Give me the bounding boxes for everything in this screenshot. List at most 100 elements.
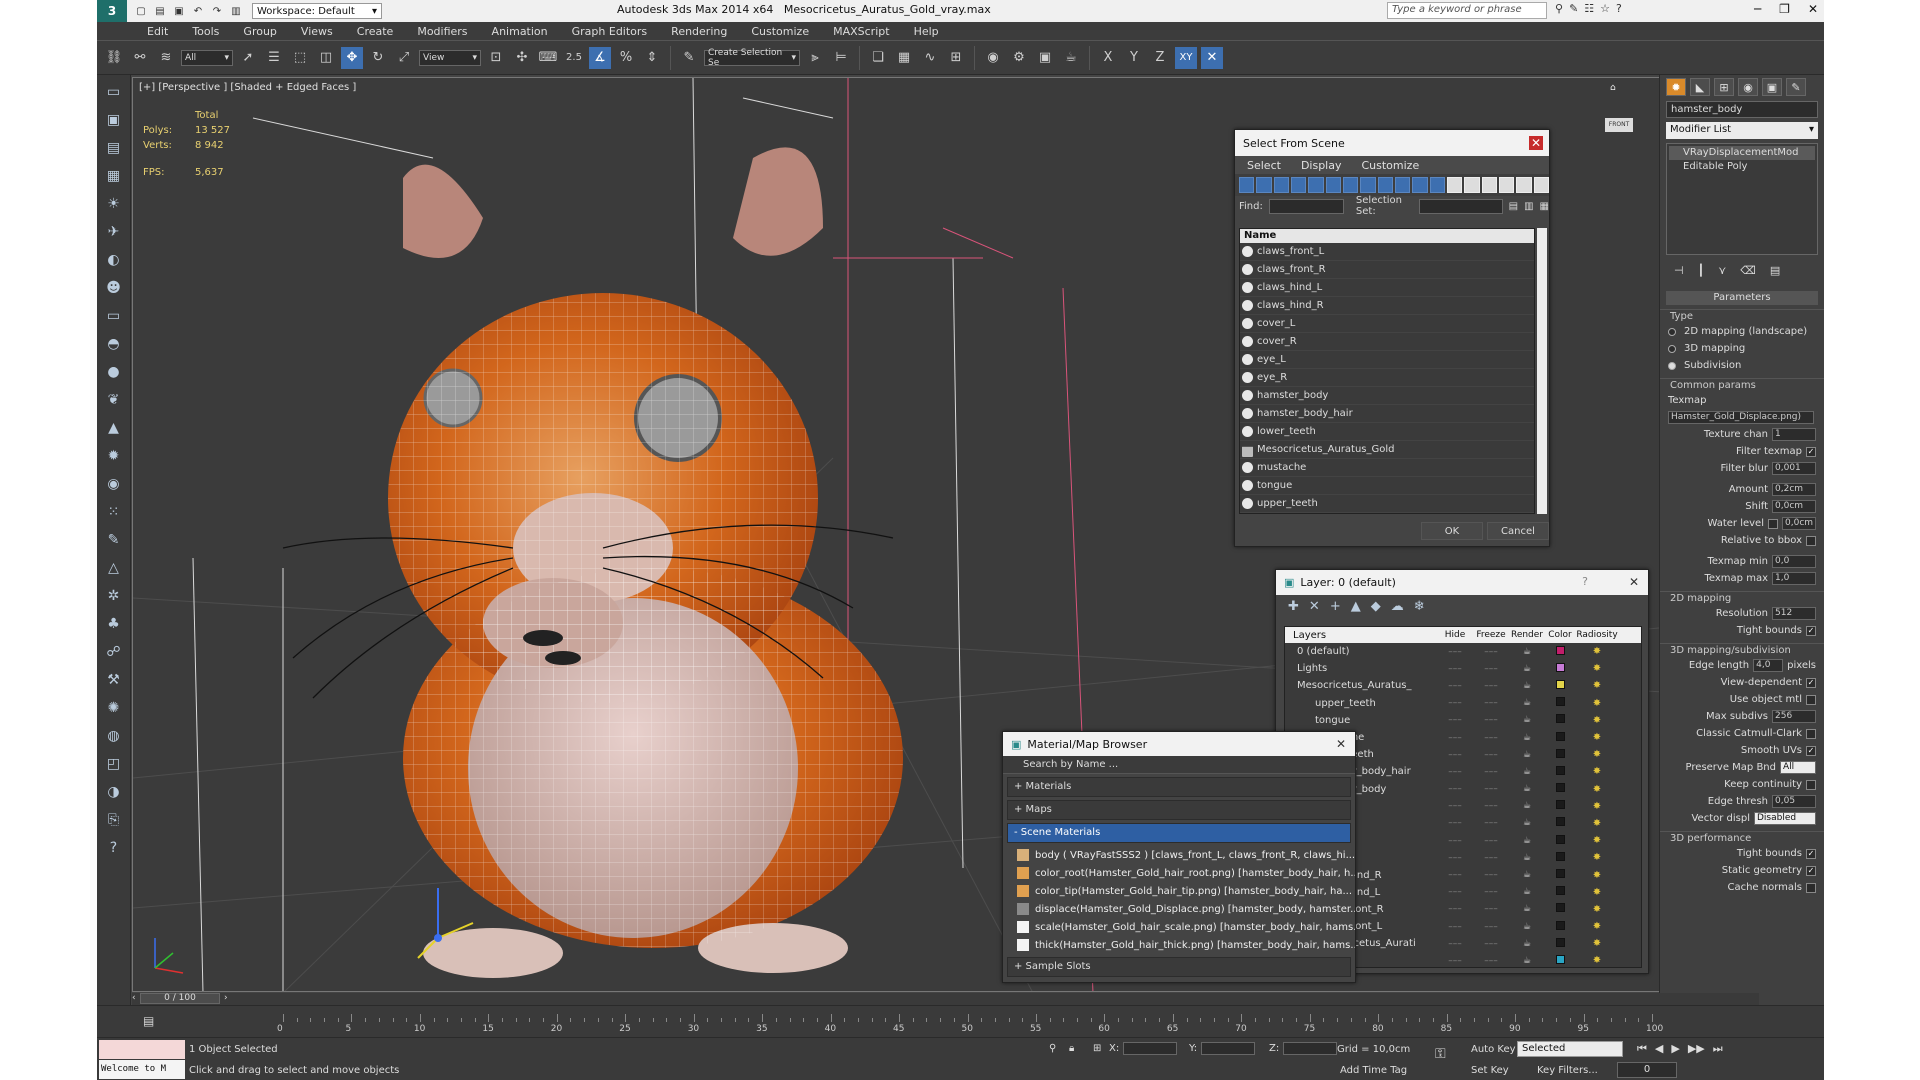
render-teapot-icon[interactable]: ☕	[1509, 922, 1545, 932]
binoculars-icon[interactable]: ⚲	[1555, 2, 1563, 15]
angle-snap-icon[interactable]: ∡	[589, 46, 611, 69]
render-teapot-icon[interactable]: ☕	[1509, 870, 1545, 880]
calculator-icon[interactable]: ▦	[102, 165, 126, 187]
layer-row[interactable]: tongue ––– ––– ☕ ✸	[1285, 712, 1641, 729]
hide-toggle[interactable]: –––	[1437, 767, 1473, 777]
add-to-set-icon[interactable]: ▥	[1524, 201, 1533, 212]
texmap-min-spinner[interactable]: 0,0	[1772, 555, 1816, 568]
freeze-toggle[interactable]: –––	[1473, 767, 1509, 777]
subscription-icon[interactable]: ✎	[1569, 2, 1578, 15]
column-icon[interactable]	[1533, 177, 1549, 193]
column-layers[interactable]: Layers	[1285, 630, 1437, 641]
arm-icon[interactable]: ☍	[102, 641, 126, 663]
hf-icon[interactable]: ⚒	[102, 669, 126, 691]
home-icon[interactable]: ⌂	[1610, 83, 1616, 93]
freeze-toggle[interactable]: –––	[1473, 836, 1509, 846]
select-object-icon[interactable]: ➚	[237, 47, 259, 69]
display-helpers-icon[interactable]	[1308, 177, 1324, 193]
key-icon[interactable]: ⚿	[1435, 1046, 1446, 1062]
display-cameras-icon[interactable]	[1290, 177, 1307, 193]
texture-chan-spinner[interactable]: 1	[1772, 428, 1816, 441]
radio-2d-mapping[interactable]: 2D mapping (landscape)	[1660, 323, 1824, 340]
delete-layer-icon[interactable]: ✕	[1309, 599, 1320, 614]
paint-icon[interactable]: ✎	[102, 529, 126, 551]
object-list-item[interactable]: eye_L	[1240, 351, 1534, 369]
play-icon[interactable]: ▶	[1671, 1042, 1679, 1056]
layer-name[interactable]: tongue	[1285, 715, 1437, 726]
freeze-toggle[interactable]: –––	[1473, 750, 1509, 760]
people-icon[interactable]: ☻	[102, 277, 126, 299]
keep-continuity-checkbox[interactable]	[1806, 779, 1816, 790]
curve-editor-icon[interactable]: ∿	[919, 47, 941, 69]
align-icon[interactable]: ⊨	[830, 47, 852, 69]
column-hide[interactable]: Hide	[1437, 630, 1473, 640]
radiosity-icon[interactable]: ✸	[1575, 801, 1619, 812]
scene-material-item[interactable]: thick(Hamster_Gold_hair_thick.png) [hams…	[1003, 936, 1355, 954]
layer-color-swatch[interactable]	[1545, 714, 1575, 726]
hide-all-icon[interactable]: ☁	[1391, 599, 1404, 614]
water-level-spinner[interactable]: 0,0cm	[1782, 517, 1816, 530]
scene-material-item[interactable]: displace(Hamster_Gold_Displace.png) [ham…	[1003, 900, 1355, 918]
render-teapot-icon[interactable]: ☕	[1509, 939, 1545, 949]
hamster-model[interactable]	[282, 147, 903, 978]
select-in-layer-icon[interactable]: ▲	[1351, 599, 1361, 614]
column-freeze[interactable]: Freeze	[1473, 630, 1509, 640]
radiosity-icon[interactable]: ✸	[1575, 938, 1619, 949]
globe-icon[interactable]: ◍	[102, 725, 126, 747]
tight-bounds2-checkbox[interactable]: ✓	[1806, 848, 1816, 859]
axis-x-button[interactable]: X	[1097, 47, 1119, 69]
display-groups-icon[interactable]	[1342, 177, 1359, 193]
layer-row[interactable]: Mesocricetus_Auratus_ ––– ––– ☕ ✸	[1285, 677, 1641, 694]
radiosity-icon[interactable]: ✸	[1575, 732, 1619, 743]
maxscript-listener-input[interactable]	[99, 1040, 185, 1059]
axis-y-button[interactable]: Y	[1123, 47, 1145, 69]
layer-color-swatch[interactable]	[1545, 937, 1575, 950]
render-teapot-icon[interactable]: ☕	[1509, 647, 1545, 657]
radiosity-icon[interactable]: ✸	[1575, 870, 1619, 881]
render-teapot-icon[interactable]: ☕	[1509, 733, 1545, 743]
schematic-view-icon[interactable]: ⊞	[945, 47, 967, 69]
radiosity-icon[interactable]: ✸	[1575, 766, 1619, 777]
light-bulb-icon[interactable]: ☀	[102, 193, 126, 215]
render-teapot-icon[interactable]: ☕	[1509, 887, 1545, 897]
axis-z-button[interactable]: Z	[1149, 47, 1171, 69]
display-all-icon[interactable]	[1446, 177, 1463, 193]
layer-color-swatch[interactable]	[1545, 817, 1575, 829]
hide-toggle[interactable]: –––	[1437, 956, 1473, 966]
render-teapot-icon[interactable]: ☕	[1509, 750, 1545, 760]
cache-normals-checkbox[interactable]	[1806, 882, 1816, 893]
app-logo[interactable]: 3	[97, 0, 127, 22]
column-header-name[interactable]: Name	[1240, 229, 1534, 243]
menu-maxscript[interactable]: MAXScript	[833, 25, 889, 38]
cancel-button[interactable]: Cancel	[1487, 522, 1549, 540]
go-to-end-icon[interactable]: ⏭	[1713, 1042, 1723, 1056]
next-frame-icon[interactable]: ▶▶	[1688, 1042, 1705, 1056]
z-field[interactable]	[1283, 1042, 1338, 1055]
radiosity-icon[interactable]: ✸	[1575, 784, 1619, 795]
render-icon[interactable]: ▣	[102, 109, 126, 131]
favorites-icon[interactable]: ☆	[1600, 2, 1610, 15]
particles-icon[interactable]: ⁙	[102, 501, 126, 523]
render-teapot-icon[interactable]: ☕	[1509, 956, 1545, 966]
layer-color-swatch[interactable]	[1545, 886, 1575, 898]
hide-toggle[interactable]: –––	[1437, 801, 1473, 811]
menu-select[interactable]: Select	[1247, 159, 1281, 172]
hide-toggle[interactable]: –––	[1437, 922, 1473, 932]
absolute-mode-icon[interactable]: ⊞	[1093, 1043, 1101, 1054]
y-field[interactable]	[1201, 1042, 1256, 1055]
group-scene-materials[interactable]: - Scene Materials	[1007, 823, 1351, 843]
smooth-uvs-checkbox[interactable]: ✓	[1806, 745, 1816, 756]
render-teapot-icon[interactable]: ☕	[1509, 836, 1545, 846]
prev-frame-icon[interactable]: ‹	[132, 993, 136, 1003]
layer-color-swatch[interactable]	[1545, 697, 1575, 709]
select-scale-icon[interactable]: ⤢	[393, 47, 415, 69]
radiosity-icon[interactable]: ✸	[1575, 818, 1619, 829]
motion-tab-icon[interactable]: ◉	[1738, 78, 1758, 96]
rollout-parameters[interactable]: Parameters	[1666, 291, 1818, 305]
layer-color-swatch[interactable]	[1545, 765, 1575, 778]
object-list-item[interactable]: claws_front_L	[1240, 243, 1534, 261]
freeze-toggle[interactable]: –––	[1473, 870, 1509, 880]
hide-toggle[interactable]: –––	[1437, 784, 1473, 794]
hemisphere-icon[interactable]: ◓	[102, 333, 126, 355]
dialog-title-bar[interactable]: ▣ Material/Map Browser ✕	[1003, 732, 1355, 756]
